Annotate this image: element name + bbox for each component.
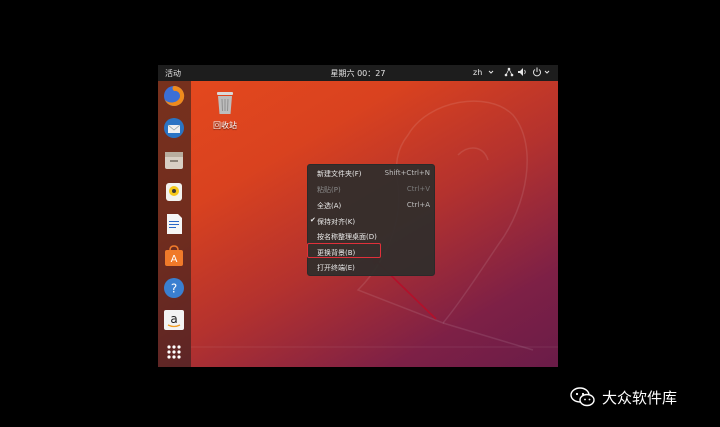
help-icon[interactable]: ? [163, 277, 185, 299]
wechat-icon [570, 387, 595, 407]
svg-text:a: a [170, 312, 177, 326]
menu-item-organize-by-name[interactable]: 按名称整理桌面(D) [308, 229, 434, 243]
trash-label: 回收站 [213, 121, 237, 130]
software-icon[interactable]: A [163, 245, 185, 267]
clock[interactable]: 星期六 00：27 [158, 68, 558, 79]
menu-item-select-all[interactable]: 全选(A) Ctrl+A [308, 198, 434, 212]
menu-item-open-terminal[interactable]: 打开终端(E) [308, 260, 434, 274]
ubuntu-desktop: 活动 星期六 00：27 zh A ? a 回收站 新建文件夹(F) Shift… [158, 65, 558, 367]
menu-item-paste[interactable]: 粘贴(P) Ctrl+V [308, 182, 434, 196]
power-icon[interactable] [532, 67, 542, 79]
files-icon[interactable] [163, 149, 185, 171]
grid-icon[interactable] [163, 341, 185, 363]
thunderbird-icon[interactable] [163, 117, 185, 139]
menu-item-new-folder[interactable]: 新建文件夹(F) Shift+Ctrl+N [308, 166, 434, 180]
amazon-icon[interactable]: a [163, 309, 185, 331]
watermark-text: 大众软件库 [602, 388, 678, 407]
trash-icon [217, 92, 233, 114]
chevron-down-icon[interactable] [544, 67, 550, 79]
annotation-highlight-box [307, 243, 381, 258]
network-icon[interactable] [504, 67, 514, 79]
trash-desktop-item[interactable]: 回收站 [210, 89, 240, 131]
svg-text:A: A [171, 254, 178, 265]
checkmark-icon: ✔ [310, 216, 316, 224]
volume-icon[interactable] [517, 67, 527, 79]
chevron-down-icon[interactable] [488, 67, 494, 79]
top-bar: 活动 星期六 00：27 zh [158, 65, 558, 81]
svg-text:?: ? [171, 282, 177, 296]
desktop-context-menu: 新建文件夹(F) Shift+Ctrl+N 粘贴(P) Ctrl+V 全选(A)… [307, 164, 435, 276]
rhythmbox-icon[interactable] [163, 181, 185, 203]
firefox-icon[interactable] [163, 85, 185, 107]
menu-item-keep-aligned[interactable]: ✔ 保持对齐(K) [308, 214, 434, 228]
dock: A ? a [158, 81, 191, 367]
watermark: 大众软件库 [570, 386, 677, 408]
writer-icon[interactable] [163, 213, 185, 235]
input-language-indicator[interactable]: zh [473, 68, 482, 77]
